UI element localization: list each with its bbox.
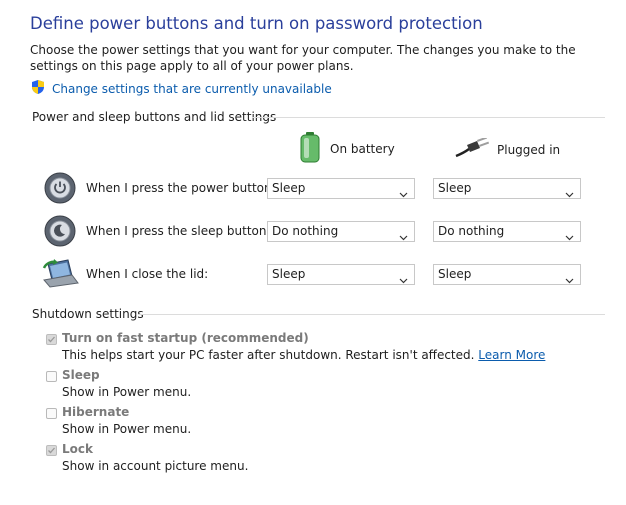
chevron-down-icon [565, 185, 574, 204]
lock-option-desc: Show in account picture menu. [62, 459, 249, 473]
chevron-down-icon [399, 185, 408, 204]
hibernate-checkbox[interactable] [46, 408, 57, 419]
chevron-down-icon [565, 271, 574, 290]
close-lid-plugged-select[interactable]: Sleep [433, 264, 581, 285]
section-divider [252, 117, 605, 118]
select-value: Do nothing [438, 224, 505, 238]
shutdown-section-heading: Shutdown settings [32, 307, 144, 321]
hibernate-option-label: Hibernate [62, 405, 130, 419]
sleep-button-battery-select[interactable]: Do nothing [267, 221, 415, 242]
power-button-battery-select[interactable]: Sleep [267, 178, 415, 199]
lock-option-label: Lock [62, 442, 93, 456]
power-button-icon [44, 172, 76, 208]
sleep-button-plugged-select[interactable]: Do nothing [433, 221, 581, 242]
fast-startup-desc-text: This helps start your PC faster after sh… [62, 348, 475, 362]
section-divider [138, 314, 605, 315]
chevron-down-icon [399, 271, 408, 290]
select-value: Sleep [438, 181, 472, 195]
sleep-option-label: Sleep [62, 368, 100, 382]
plugged-column-label: Plugged in [497, 142, 561, 157]
page-title: Define power buttons and turn on passwor… [30, 14, 483, 33]
sleep-option-desc: Show in Power menu. [62, 385, 192, 399]
select-value: Sleep [438, 267, 472, 281]
lock-checkbox[interactable] [46, 445, 57, 456]
close-lid-battery-select[interactable]: Sleep [267, 264, 415, 285]
change-settings-label: Change settings that are currently unava… [52, 81, 332, 96]
chevron-down-icon [399, 228, 408, 247]
laptop-lid-icon [42, 258, 80, 292]
hibernate-option-desc: Show in Power menu. [62, 422, 192, 436]
battery-icon [298, 131, 322, 166]
learn-more-link[interactable]: Learn More [478, 348, 545, 362]
power-section-heading: Power and sleep buttons and lid settings [32, 110, 277, 124]
fast-startup-desc: This helps start your PC faster after sh… [62, 348, 545, 362]
battery-column-label: On battery [330, 141, 395, 156]
plug-icon [455, 136, 490, 161]
row-label-power-button: When I press the power button: [86, 181, 276, 195]
sleep-checkbox[interactable] [46, 371, 57, 382]
sleep-button-icon [44, 215, 76, 251]
select-value: Sleep [272, 267, 306, 281]
select-value: Sleep [272, 181, 306, 195]
fast-startup-label: Turn on fast startup (recommended) [62, 331, 309, 345]
select-value: Do nothing [272, 224, 339, 238]
column-on-battery: On battery [298, 131, 395, 166]
row-label-close-lid: When I close the lid: [86, 267, 209, 281]
change-settings-link[interactable]: Change settings that are currently unava… [30, 79, 332, 98]
intro-text: Choose the power settings that you want … [30, 43, 576, 73]
power-button-plugged-select[interactable]: Sleep [433, 178, 581, 199]
fast-startup-checkbox[interactable] [46, 334, 57, 345]
row-label-sleep-button: When I press the sleep button: [86, 224, 271, 238]
column-plugged-in: Plugged in [455, 136, 561, 161]
uac-shield-icon [30, 79, 46, 98]
chevron-down-icon [565, 228, 574, 247]
